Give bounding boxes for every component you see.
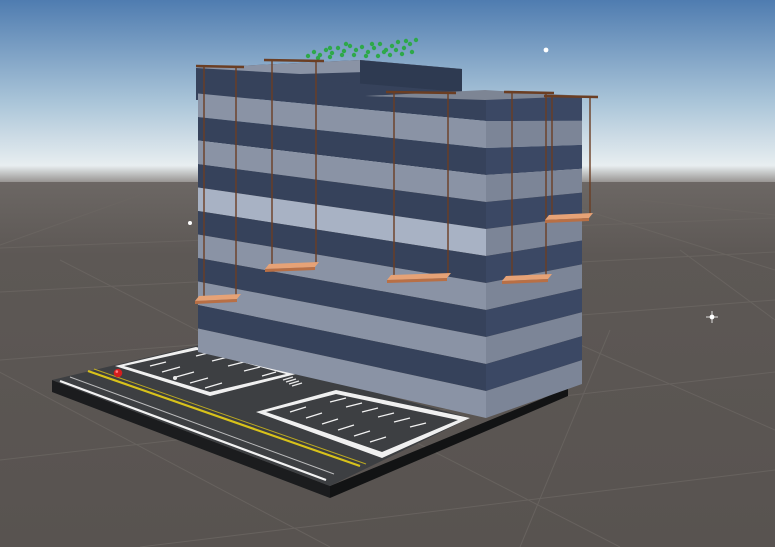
building-side xyxy=(486,94,582,418)
scene-canvas xyxy=(0,0,775,547)
tree xyxy=(343,41,349,47)
tree xyxy=(403,38,409,44)
light-gizmo-icon[interactable] xyxy=(543,47,549,53)
tree xyxy=(327,54,333,60)
tree xyxy=(341,48,347,54)
tree xyxy=(347,43,353,49)
scene-viewport[interactable] xyxy=(0,0,775,547)
tree xyxy=(335,45,341,51)
tree xyxy=(323,47,329,53)
tree xyxy=(353,47,359,53)
tree xyxy=(375,53,381,59)
tree xyxy=(381,49,387,55)
tree xyxy=(371,45,377,51)
tree xyxy=(327,45,333,51)
rig-anchor xyxy=(263,58,325,63)
tree xyxy=(413,37,419,43)
tree xyxy=(401,45,407,51)
tree xyxy=(389,43,395,49)
tree xyxy=(395,39,401,45)
tree xyxy=(409,49,415,55)
tree xyxy=(393,47,399,53)
tree xyxy=(387,52,393,58)
tree xyxy=(363,53,369,59)
rig-anchor xyxy=(385,90,457,95)
tree xyxy=(339,52,345,58)
tree xyxy=(351,52,357,58)
tree xyxy=(311,49,317,55)
tree xyxy=(407,41,413,47)
tree xyxy=(369,41,375,47)
tree xyxy=(377,41,383,47)
light-gizmo-icon[interactable] xyxy=(188,221,192,225)
marker-ball-highlight xyxy=(115,370,119,373)
tree xyxy=(329,50,335,56)
rig-anchor xyxy=(195,64,245,69)
tree xyxy=(399,51,405,57)
building-stripe xyxy=(486,120,582,148)
marker-ball[interactable] xyxy=(113,368,123,378)
tree xyxy=(359,44,365,50)
tree xyxy=(305,53,311,59)
tree xyxy=(365,49,371,55)
tree xyxy=(315,55,321,61)
